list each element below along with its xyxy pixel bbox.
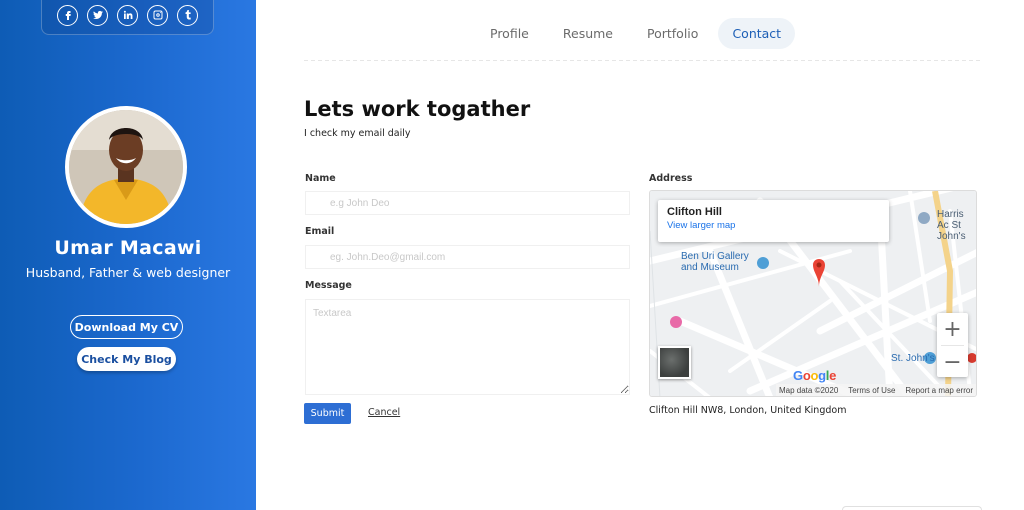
main-nav: Profile Resume Portfolio Contact	[476, 18, 801, 49]
profile-photo	[69, 110, 183, 224]
tab-contact[interactable]: Contact	[718, 18, 796, 49]
social-links	[41, 0, 214, 35]
avatar	[65, 106, 187, 228]
sidebar: Umar Macawi Husband, Father & web design…	[0, 0, 256, 510]
satellite-toggle[interactable]	[658, 346, 691, 379]
tab-resume[interactable]: Resume	[549, 18, 627, 49]
map-footer: Map data ©2020 Terms of Use Report a map…	[776, 384, 976, 396]
map-data-text: Map data ©2020	[779, 385, 839, 395]
message-label: Message	[305, 280, 352, 291]
page-subtitle: I check my email daily	[304, 128, 411, 139]
profile-tagline: Husband, Father & web designer	[25, 265, 231, 280]
facebook-icon[interactable]	[57, 4, 78, 26]
tab-profile[interactable]: Profile	[476, 18, 543, 49]
bottom-panel-edge	[842, 506, 982, 510]
profile-name: Umar Macawi	[54, 237, 202, 259]
map-poi-gallery: Ben Uri Gallery and Museum	[681, 251, 749, 273]
map-poi-harris: Harris Ac St John's	[937, 209, 966, 242]
tumblr-icon[interactable]	[177, 4, 198, 26]
email-label: Email	[305, 226, 335, 237]
message-textarea[interactable]	[305, 299, 630, 395]
email-field[interactable]	[305, 245, 630, 269]
instagram-icon[interactable]	[147, 4, 168, 26]
view-larger-map-link[interactable]: View larger map	[667, 220, 880, 231]
map-location-title: Clifton Hill	[667, 206, 722, 218]
address-text: Clifton Hill NW8, London, United Kingdom	[649, 405, 847, 416]
cancel-link[interactable]: Cancel	[368, 407, 400, 418]
tab-portfolio[interactable]: Portfolio	[633, 18, 712, 49]
submit-button[interactable]: Submit	[304, 403, 351, 424]
zoom-out-button[interactable]: −	[937, 346, 968, 378]
nav-divider	[304, 60, 980, 61]
check-blog-button[interactable]: Check My Blog	[77, 347, 176, 371]
page-title: Lets work togather	[304, 97, 531, 121]
zoom-in-button[interactable]: +	[937, 313, 968, 345]
map-terms-link[interactable]: Terms of Use	[848, 386, 895, 395]
map-zoom-controls: + −	[937, 313, 968, 377]
map-embed[interactable]: Clifton Hill View larger map Ben Uri Gal…	[649, 190, 977, 397]
google-logo: Google	[793, 368, 837, 383]
map-report-link[interactable]: Report a map error	[905, 386, 973, 395]
address-label: Address	[649, 173, 693, 184]
name-label: Name	[305, 173, 336, 184]
download-cv-button[interactable]: Download My CV	[70, 315, 183, 339]
map-info-card: Clifton Hill View larger map	[658, 200, 889, 242]
linkedin-icon[interactable]	[117, 4, 138, 26]
twitter-icon[interactable]	[87, 4, 108, 26]
name-field[interactable]	[305, 191, 630, 215]
